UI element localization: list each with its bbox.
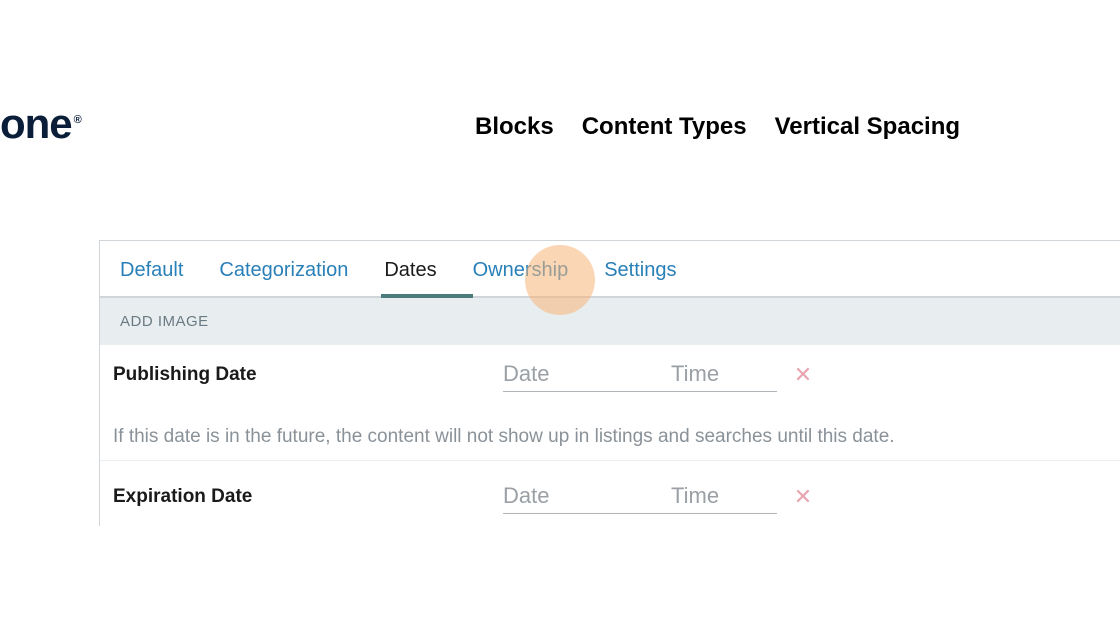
nav-vertical-spacing[interactable]: Vertical Spacing xyxy=(775,113,960,141)
tab-categorization[interactable]: Categorization xyxy=(219,259,348,282)
logo-mark: ® xyxy=(74,114,81,126)
expiration-time-input[interactable] xyxy=(671,479,777,514)
tab-default[interactable]: Default xyxy=(120,259,183,282)
tab-dates[interactable]: Dates xyxy=(384,259,436,282)
expiration-date-label: Expiration Date xyxy=(113,486,503,508)
nav-content-types[interactable]: Content Types xyxy=(582,113,747,141)
publishing-date-input[interactable] xyxy=(503,357,671,392)
close-icon: ✕ xyxy=(794,486,812,508)
expiration-clear-button[interactable]: ✕ xyxy=(793,487,813,507)
tab-ownership[interactable]: Ownership xyxy=(473,259,569,282)
tabs-bar: Default Categorization Dates Ownership S… xyxy=(100,241,1120,298)
nav-blocks[interactable]: Blocks xyxy=(475,113,554,141)
publishing-date-row: Publishing Date ✕ If this date is in the… xyxy=(100,345,1120,461)
publishing-date-label: Publishing Date xyxy=(113,364,503,386)
tab-settings[interactable]: Settings xyxy=(604,259,676,282)
publishing-clear-button[interactable]: ✕ xyxy=(793,365,813,385)
publishing-help-text: If this date is in the future, the conte… xyxy=(113,426,1100,448)
expiration-datetime-group: ✕ xyxy=(503,479,813,514)
expiration-date-row: Expiration Date ✕ xyxy=(100,461,1120,526)
tab-active-underline xyxy=(381,294,473,298)
close-icon: ✕ xyxy=(794,364,812,386)
publishing-datetime-group: ✕ xyxy=(503,357,813,392)
logo: one® xyxy=(0,100,81,148)
section-header: ADD IMAGE xyxy=(100,298,1120,345)
publishing-time-input[interactable] xyxy=(671,357,777,392)
main-nav: Blocks Content Types Vertical Spacing xyxy=(475,113,960,141)
expiration-date-input[interactable] xyxy=(503,479,671,514)
content-panel: Default Categorization Dates Ownership S… xyxy=(99,240,1120,526)
logo-text: one xyxy=(0,100,72,147)
tabs-border xyxy=(100,296,1120,298)
